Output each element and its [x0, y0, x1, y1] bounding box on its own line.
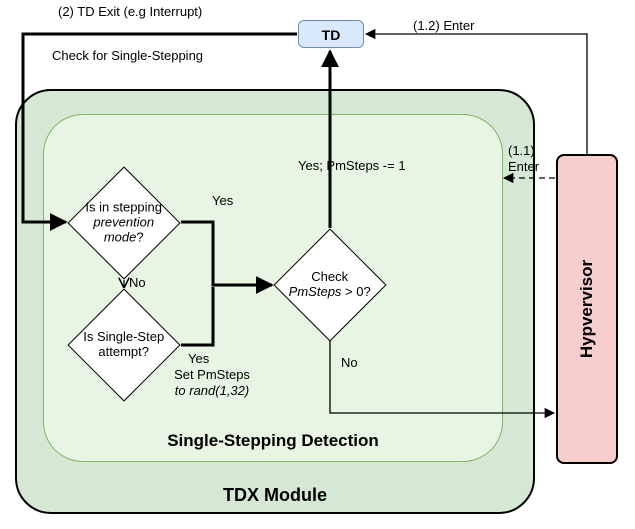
hypervisor-label: Hypvervisor — [577, 260, 597, 358]
label-11-enter: (1.1) Enter — [508, 143, 554, 174]
single-stepping-detection-container: Single-Stepping Detection — [43, 114, 503, 462]
hypervisor-node: Hypvervisor — [556, 154, 618, 464]
label-check-ss: Check for Single-Stepping — [52, 48, 203, 64]
label-attempt-yes-sub: Set PmSteps to rand(1,32) — [157, 367, 267, 398]
d1-line1: Is in stepping — [86, 200, 163, 215]
d3-line2: PmSteps — [289, 284, 342, 299]
label-prev-yes: Yes — [212, 193, 233, 209]
td-node: TD — [298, 20, 364, 48]
label-attempt-yes: Yes — [188, 351, 209, 367]
diagram-canvas: TDX Module Single-Stepping Detection TD … — [0, 0, 635, 529]
d2-line2: attempt? — [99, 344, 150, 359]
d1-line3: mode — [104, 229, 137, 244]
tdx-module-label: TDX Module — [17, 485, 533, 506]
ssd-label: Single-Stepping Detection — [44, 431, 502, 451]
label-12-enter: (1.2) Enter — [413, 18, 474, 34]
td-label: TD — [322, 27, 341, 43]
d3-line1: Check — [312, 269, 349, 284]
d3-line3: > 0? — [345, 284, 371, 299]
d1-line2: prevention — [94, 215, 155, 230]
d1-suffix: ? — [137, 229, 144, 244]
d2-line1: Is Single-Step — [84, 329, 165, 344]
label-prev-no: No — [129, 275, 146, 291]
label-pmsteps-no: No — [341, 355, 358, 371]
label-td-exit: (2) TD Exit (e.g Interrupt) — [58, 4, 202, 20]
label-pmsteps-yes: Yes; PmSteps -= 1 — [298, 158, 406, 174]
